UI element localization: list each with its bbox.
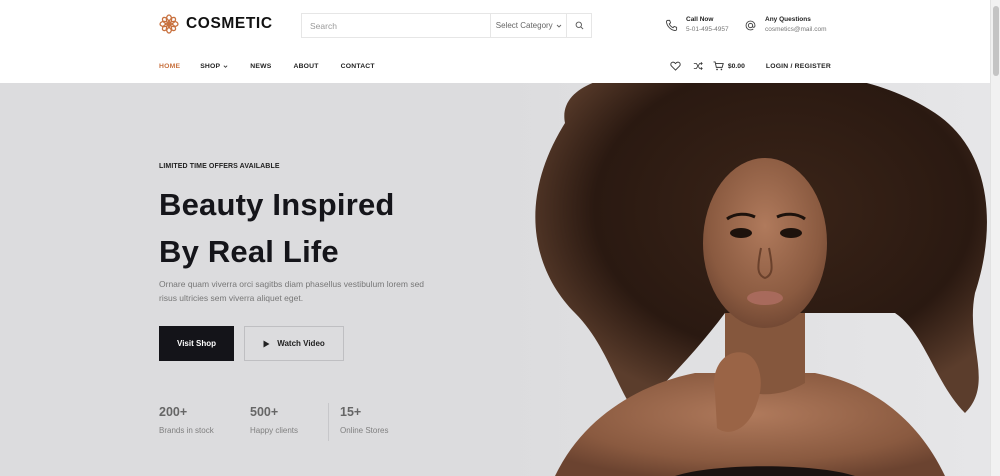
at-icon <box>745 20 756 30</box>
flower-logo-icon <box>159 14 179 34</box>
main-navigation: HOME SHOP NEWS ABOUT CONTACT $0.00 LOGIN… <box>0 52 990 83</box>
nav-item-home-label: HOME <box>159 63 181 70</box>
hero-banner: LIMITED TIME OFFERS AVAILABLE Beauty Ins… <box>0 83 990 476</box>
stat-clients: 500+ Happy clients <box>250 405 298 435</box>
watch-video-label: Watch Video <box>277 339 325 348</box>
top-header: COSMETIC Select Category Call Now 5-01-4… <box>0 0 990 52</box>
visit-shop-button[interactable]: Visit Shop <box>159 326 234 361</box>
watch-video-button[interactable]: Watch Video <box>244 326 344 361</box>
nav-item-shop[interactable]: SHOP <box>200 63 228 70</box>
page-scrollbar[interactable] <box>990 0 1000 476</box>
stat-label: Happy clients <box>250 426 299 435</box>
chevron-down-icon <box>556 24 562 28</box>
stat-brands: 200+ Brands in stock <box>159 405 214 435</box>
nav-menu: HOME SHOP NEWS ABOUT CONTACT <box>159 63 375 70</box>
scrollbar-thumb[interactable] <box>993 6 999 76</box>
email-label: Any Questions <box>765 16 811 23</box>
search-input[interactable] <box>302 14 491 37</box>
stat-value: 200+ <box>159 405 188 419</box>
hero-model-image <box>495 83 990 476</box>
nav-item-news-label: NEWS <box>250 63 272 70</box>
nav-item-shop-label: SHOP <box>200 63 221 70</box>
login-register-link[interactable]: LOGIN / REGISTER <box>766 63 831 70</box>
hero-eyebrow: LIMITED TIME OFFERS AVAILABLE <box>159 163 280 170</box>
hero-headline: Beauty Inspired By Real Life <box>159 181 395 275</box>
email-contact[interactable]: Any Questions cosmetics@mail.com <box>744 15 827 35</box>
hero-headline-line1: Beauty Inspired <box>159 187 395 222</box>
phone-icon <box>665 19 678 31</box>
stat-value: 15+ <box>340 405 362 419</box>
chevron-down-icon <box>223 65 228 68</box>
nav-item-about-label: ABOUT <box>293 63 319 70</box>
category-select-label: Select Category <box>495 21 553 30</box>
nav-actions: $0.00 LOGIN / REGISTER <box>670 61 831 71</box>
nav-item-home[interactable]: HOME <box>159 63 180 70</box>
stat-label: Online Stores <box>340 426 389 435</box>
hero-headline-line2: By Real Life <box>159 234 339 269</box>
play-icon <box>263 340 270 347</box>
category-select[interactable]: Select Category <box>490 14 566 37</box>
compare-button[interactable] <box>693 61 703 71</box>
phone-label: Call Now <box>686 16 714 23</box>
cart-total[interactable]: $0.00 <box>728 63 745 70</box>
phone-contact[interactable]: Call Now 5-01-495-4957 <box>665 15 729 35</box>
logo-text: COSMETIC <box>186 15 273 32</box>
nav-item-contact-label: CONTACT <box>340 63 375 70</box>
stat-label: Brands in stock <box>159 426 214 435</box>
search-icon <box>575 21 583 30</box>
search-button[interactable] <box>566 14 591 37</box>
logo[interactable]: COSMETIC <box>159 14 273 34</box>
cart-icon <box>713 61 724 71</box>
cart-button[interactable] <box>713 61 724 71</box>
hero-description: Ornare quam viverra orci sagitbs diam ph… <box>159 279 425 303</box>
stat-stores: 15+ Online Stores <box>340 405 388 435</box>
nav-item-contact[interactable]: CONTACT <box>341 63 375 70</box>
nav-item-about[interactable]: ABOUT <box>293 63 318 70</box>
heart-icon <box>670 61 681 71</box>
stat-value: 500+ <box>250 405 279 419</box>
phone-number: 5-01-495-4957 <box>686 26 729 33</box>
wishlist-button[interactable] <box>670 61 681 71</box>
shuffle-icon <box>693 61 703 71</box>
search-bar: Select Category <box>301 13 592 38</box>
email-address: cosmetics@mail.com <box>765 26 827 33</box>
visit-shop-label: Visit Shop <box>177 339 216 348</box>
stat-divider <box>328 403 329 441</box>
nav-item-news[interactable]: NEWS <box>250 63 271 70</box>
